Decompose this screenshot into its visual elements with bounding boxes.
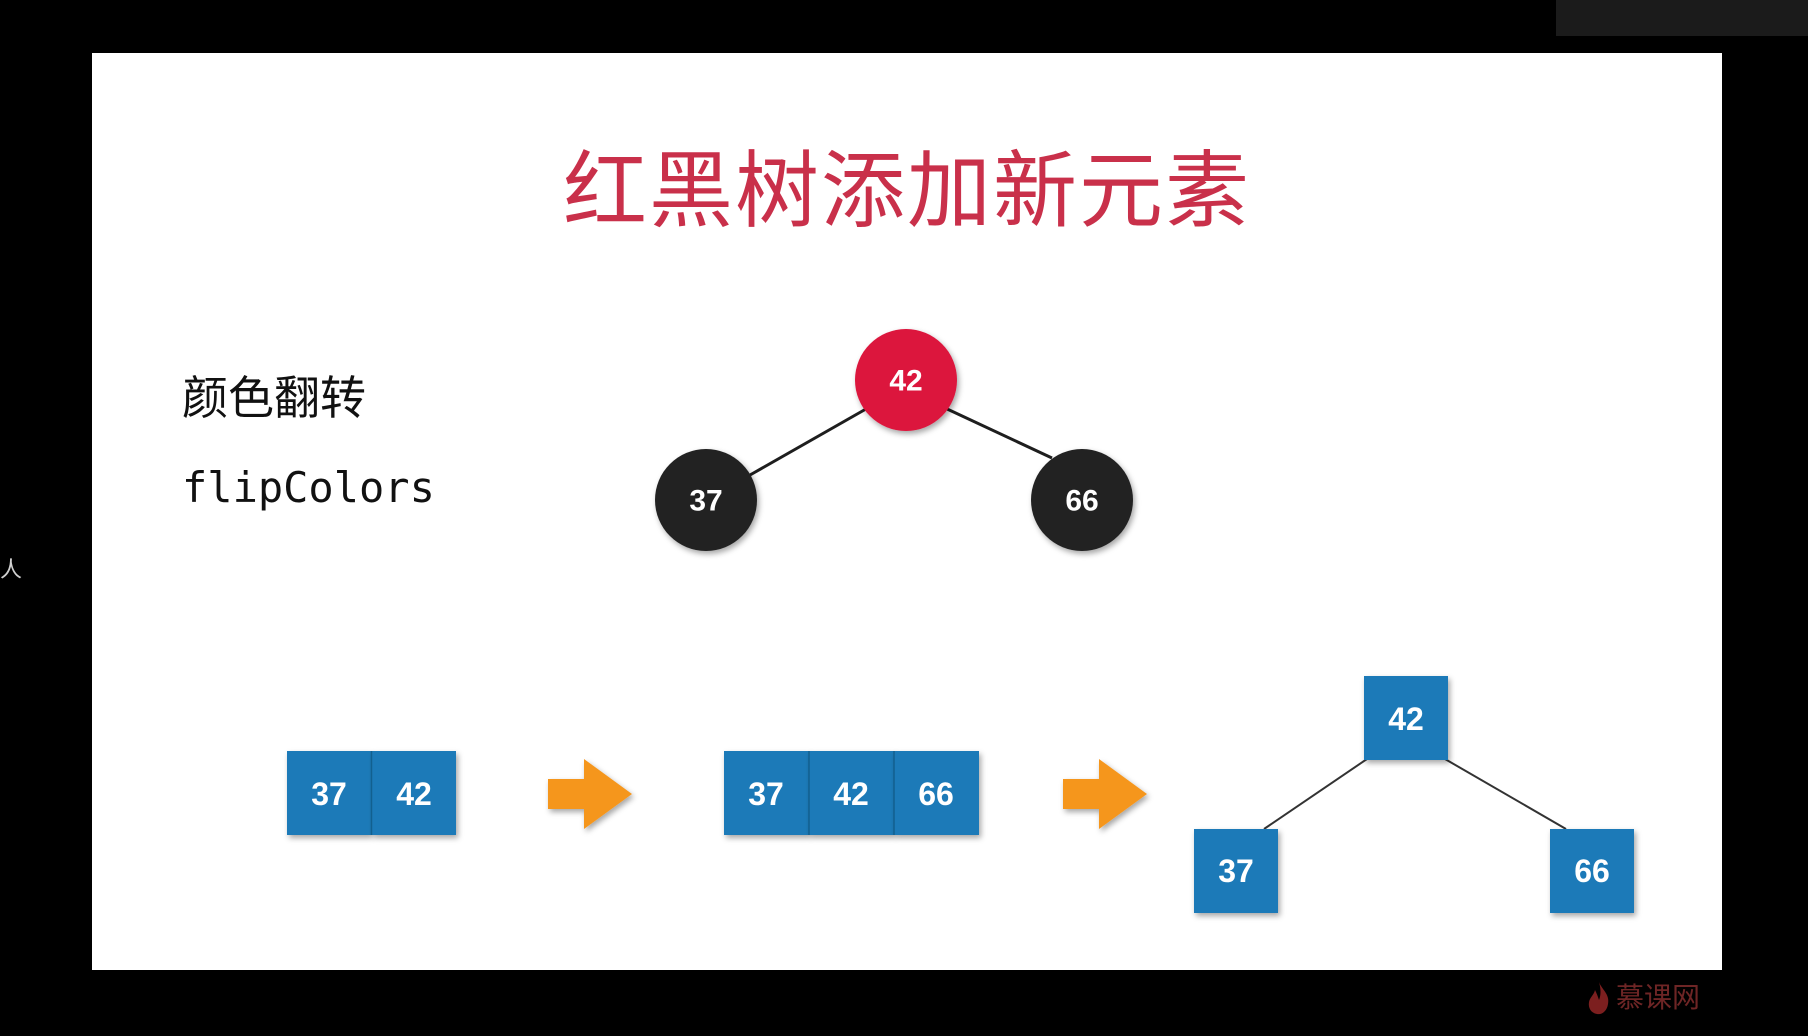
split-node-root-label: 42 bbox=[1388, 701, 1424, 737]
arrow-right-icon bbox=[548, 759, 632, 829]
split-tree: 42 37 66 bbox=[1194, 676, 1634, 913]
operation-name-code: flipColors bbox=[182, 463, 435, 512]
top-right-overlay bbox=[1556, 0, 1808, 36]
split-edge-right bbox=[1444, 758, 1567, 830]
presentation-slide: 42 37 66 37 42 37 42 66 42 37 66 红黑树添加新元… bbox=[92, 53, 1722, 970]
slide-title: 红黑树添加新元素 bbox=[562, 142, 1251, 240]
watermark-text: 慕课网 bbox=[1616, 981, 1701, 1014]
box1-key-1: 42 bbox=[396, 776, 432, 812]
temp-four-node-box: 37 42 66 bbox=[724, 751, 979, 835]
split-node-right-label: 66 bbox=[1574, 853, 1610, 889]
side-caption-glyph: 人 bbox=[0, 558, 23, 583]
box2-key-1: 42 bbox=[833, 776, 869, 812]
split-node-root: 42 bbox=[1364, 676, 1448, 760]
split-node-left-label: 37 bbox=[1218, 853, 1254, 889]
site-watermark: 慕课网 bbox=[1586, 978, 1700, 1018]
rb-node-left-label: 37 bbox=[689, 485, 722, 518]
tree-edge-left bbox=[749, 399, 881, 477]
video-frame: 人 42 37 66 37 42 37 42 66 42 37 66 红黑树添加… bbox=[0, 0, 1808, 1036]
split-node-left: 37 bbox=[1194, 829, 1278, 913]
box2-key-2: 66 bbox=[918, 776, 954, 812]
arrow-right-icon bbox=[1063, 759, 1147, 829]
box2-key-0: 37 bbox=[748, 776, 784, 812]
rb-node-right-label: 66 bbox=[1065, 485, 1098, 518]
rb-node-left: 37 bbox=[655, 449, 757, 551]
tree-edge-right bbox=[944, 406, 1053, 460]
split-edge-left bbox=[1263, 758, 1368, 830]
rb-node-right: 66 bbox=[1031, 449, 1133, 551]
flame-logo-icon bbox=[1588, 982, 1609, 1015]
operation-name-cn: 颜色翻转 bbox=[182, 371, 366, 425]
two-node-box: 37 42 bbox=[287, 751, 456, 835]
box1-key-0: 37 bbox=[311, 776, 347, 812]
split-node-right: 66 bbox=[1550, 829, 1634, 913]
rb-node-root-label: 42 bbox=[889, 365, 922, 398]
red-black-tree: 42 37 66 bbox=[655, 329, 1133, 551]
rb-node-root: 42 bbox=[855, 329, 957, 431]
